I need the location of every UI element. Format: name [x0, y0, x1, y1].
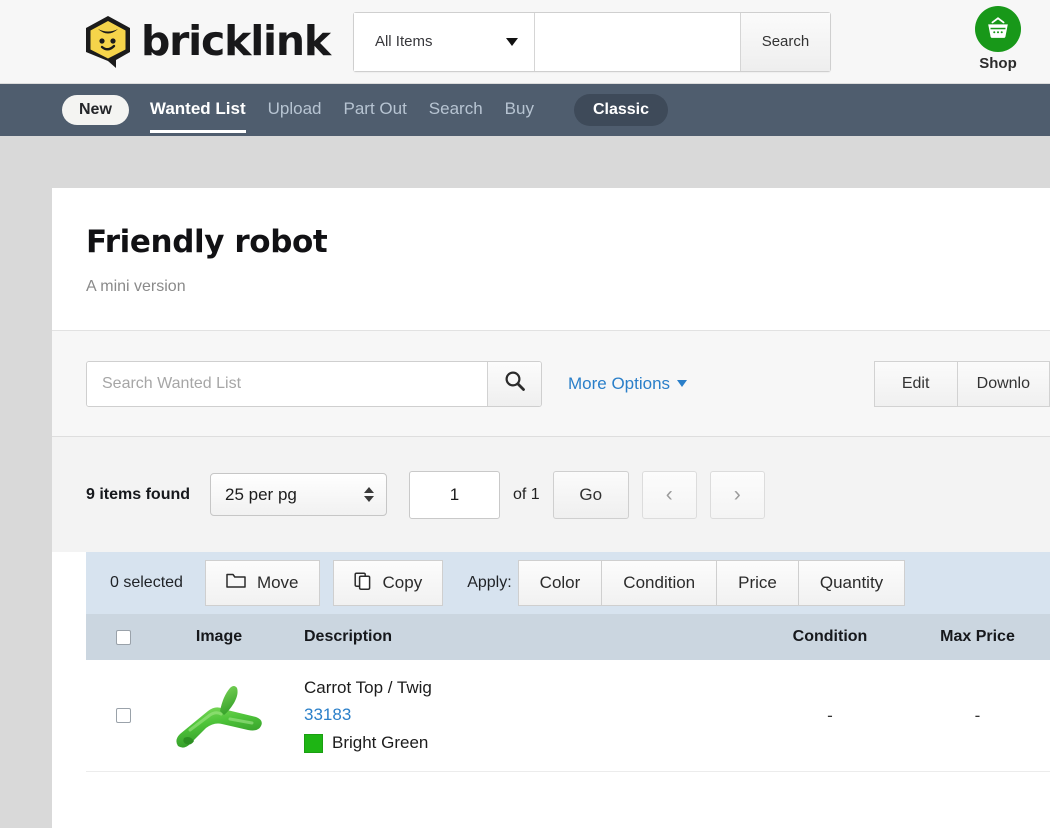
chevron-left-icon: ‹ [665, 482, 673, 506]
edit-button-label: Edit [901, 374, 930, 392]
item-condition: - [827, 705, 833, 725]
nav-new-badge[interactable]: New [62, 95, 129, 125]
apply-color-button[interactable]: Color [517, 560, 603, 606]
item-color: Bright Green [304, 733, 755, 753]
color-swatch [304, 733, 323, 753]
move-button-label: Move [256, 573, 299, 592]
wanted-list-header: Friendly robot A mini version [52, 188, 1050, 331]
item-name: Carrot Top / Twig [304, 678, 432, 697]
item-max-price: - [974, 705, 981, 725]
wanted-list-search-button[interactable] [487, 361, 541, 406]
row-checkbox[interactable] [115, 708, 131, 723]
chevron-down-icon [505, 37, 518, 46]
shopping-basket-icon [975, 6, 1021, 52]
more-options-link[interactable]: More Options [568, 373, 688, 394]
copy-icon [353, 571, 372, 595]
bricklink-wordmark: bricklink [141, 17, 331, 65]
nav-item-search[interactable]: Search [429, 99, 483, 133]
global-search-field [534, 12, 765, 71]
main-navbar: New Wanted List Upload Part Out Search B… [0, 84, 1050, 136]
next-page-button[interactable]: › [709, 470, 765, 519]
global-search-input[interactable] [534, 12, 746, 71]
row-description-cell: Carrot Top / Twig 33183 Bright Green [278, 678, 755, 753]
copy-button-label: Copy [382, 573, 423, 592]
row-image-cell [160, 670, 278, 762]
search-category-label: All Items [374, 33, 433, 50]
download-button[interactable]: Downlo [956, 360, 1050, 407]
apply-price-button[interactable]: Price [716, 560, 799, 606]
search-category-dropdown[interactable]: All Items [353, 12, 535, 71]
move-button[interactable]: Move [204, 560, 320, 606]
wanted-list-search [86, 360, 542, 407]
folder-icon [226, 572, 246, 594]
bricklink-logo[interactable]: bricklink [82, 14, 331, 70]
page-title: Friendly robot [86, 224, 328, 260]
selected-count: 0 selected [110, 574, 183, 591]
prev-page-button[interactable]: ‹ [641, 470, 697, 519]
row-select-cell [86, 708, 160, 723]
nav-item-buy[interactable]: Buy [505, 99, 534, 133]
chevron-right-icon: › [733, 482, 741, 506]
page-number-input[interactable] [409, 470, 501, 519]
shop-link[interactable]: Shop [962, 6, 1034, 72]
spinner-arrows-icon [364, 487, 375, 502]
page-subtitle: A mini version [86, 278, 186, 295]
more-options-label: More Options [568, 373, 671, 393]
nav-item-upload[interactable]: Upload [268, 99, 322, 133]
shop-link-label: Shop [979, 55, 1017, 72]
go-button[interactable]: Go [552, 470, 629, 519]
per-page-value: 25 per pg [225, 484, 297, 504]
items-found-count: 9 items found [86, 485, 191, 503]
global-search-button-label: Search [761, 33, 810, 50]
site-header: bricklink All Items Search Shop [0, 0, 1050, 84]
wanted-list-search-input[interactable] [87, 361, 487, 406]
item-color-name: Bright Green [332, 733, 429, 752]
apply-quantity-button[interactable]: Quantity [797, 560, 906, 606]
search-icon [504, 370, 526, 397]
nav-item-part-out[interactable]: Part Out [343, 99, 406, 133]
item-part-number-link[interactable]: 33183 [304, 705, 755, 725]
select-all-checkbox[interactable] [115, 629, 131, 645]
wanted-list-card: Friendly robot A mini version More Optio… [52, 188, 1050, 828]
edit-button[interactable]: Edit [873, 360, 958, 407]
chevron-down-icon [677, 380, 688, 387]
apply-label: Apply: [467, 574, 512, 591]
download-button-label: Downlo [976, 374, 1030, 392]
table-row[interactable]: Carrot Top / Twig 33183 Bright Green - - [86, 660, 1050, 772]
bulk-action-toolbar: 0 selected Move Copy Apply: Color Condit… [86, 552, 1050, 614]
bricklink-brick-face-logo [82, 14, 134, 70]
nav-item-wanted-list[interactable]: Wanted List [149, 99, 246, 133]
per-page-select[interactable]: 25 per pg [210, 473, 388, 516]
global-search-group: All Items Search [352, 11, 831, 72]
column-header-description: Description [304, 628, 393, 645]
global-search-button[interactable]: Search [739, 12, 830, 71]
copy-button[interactable]: Copy [332, 560, 444, 606]
page-total-label: of 1 [513, 485, 540, 503]
lego-carrot-top-twig-green-icon [160, 670, 278, 762]
column-header-image: Image [195, 628, 243, 645]
nav-classic-toggle[interactable]: Classic [573, 94, 669, 126]
column-header-max-price: Max Price [940, 628, 1015, 645]
list-tools-bar: More Options Edit Downlo [52, 331, 1050, 437]
table-header-row: Image Description Condition Max Price [86, 614, 1050, 660]
apply-condition-button[interactable]: Condition [601, 560, 718, 606]
list-tools-right: Edit Downlo [873, 360, 1050, 407]
select-all-cell [86, 629, 160, 645]
pagination-bar: 9 items found 25 per pg of 1 Go ‹ › [52, 437, 1050, 552]
wanted-items-table: Image Description Condition Max Price Ca… [86, 614, 1050, 772]
column-header-condition: Condition [792, 628, 868, 645]
